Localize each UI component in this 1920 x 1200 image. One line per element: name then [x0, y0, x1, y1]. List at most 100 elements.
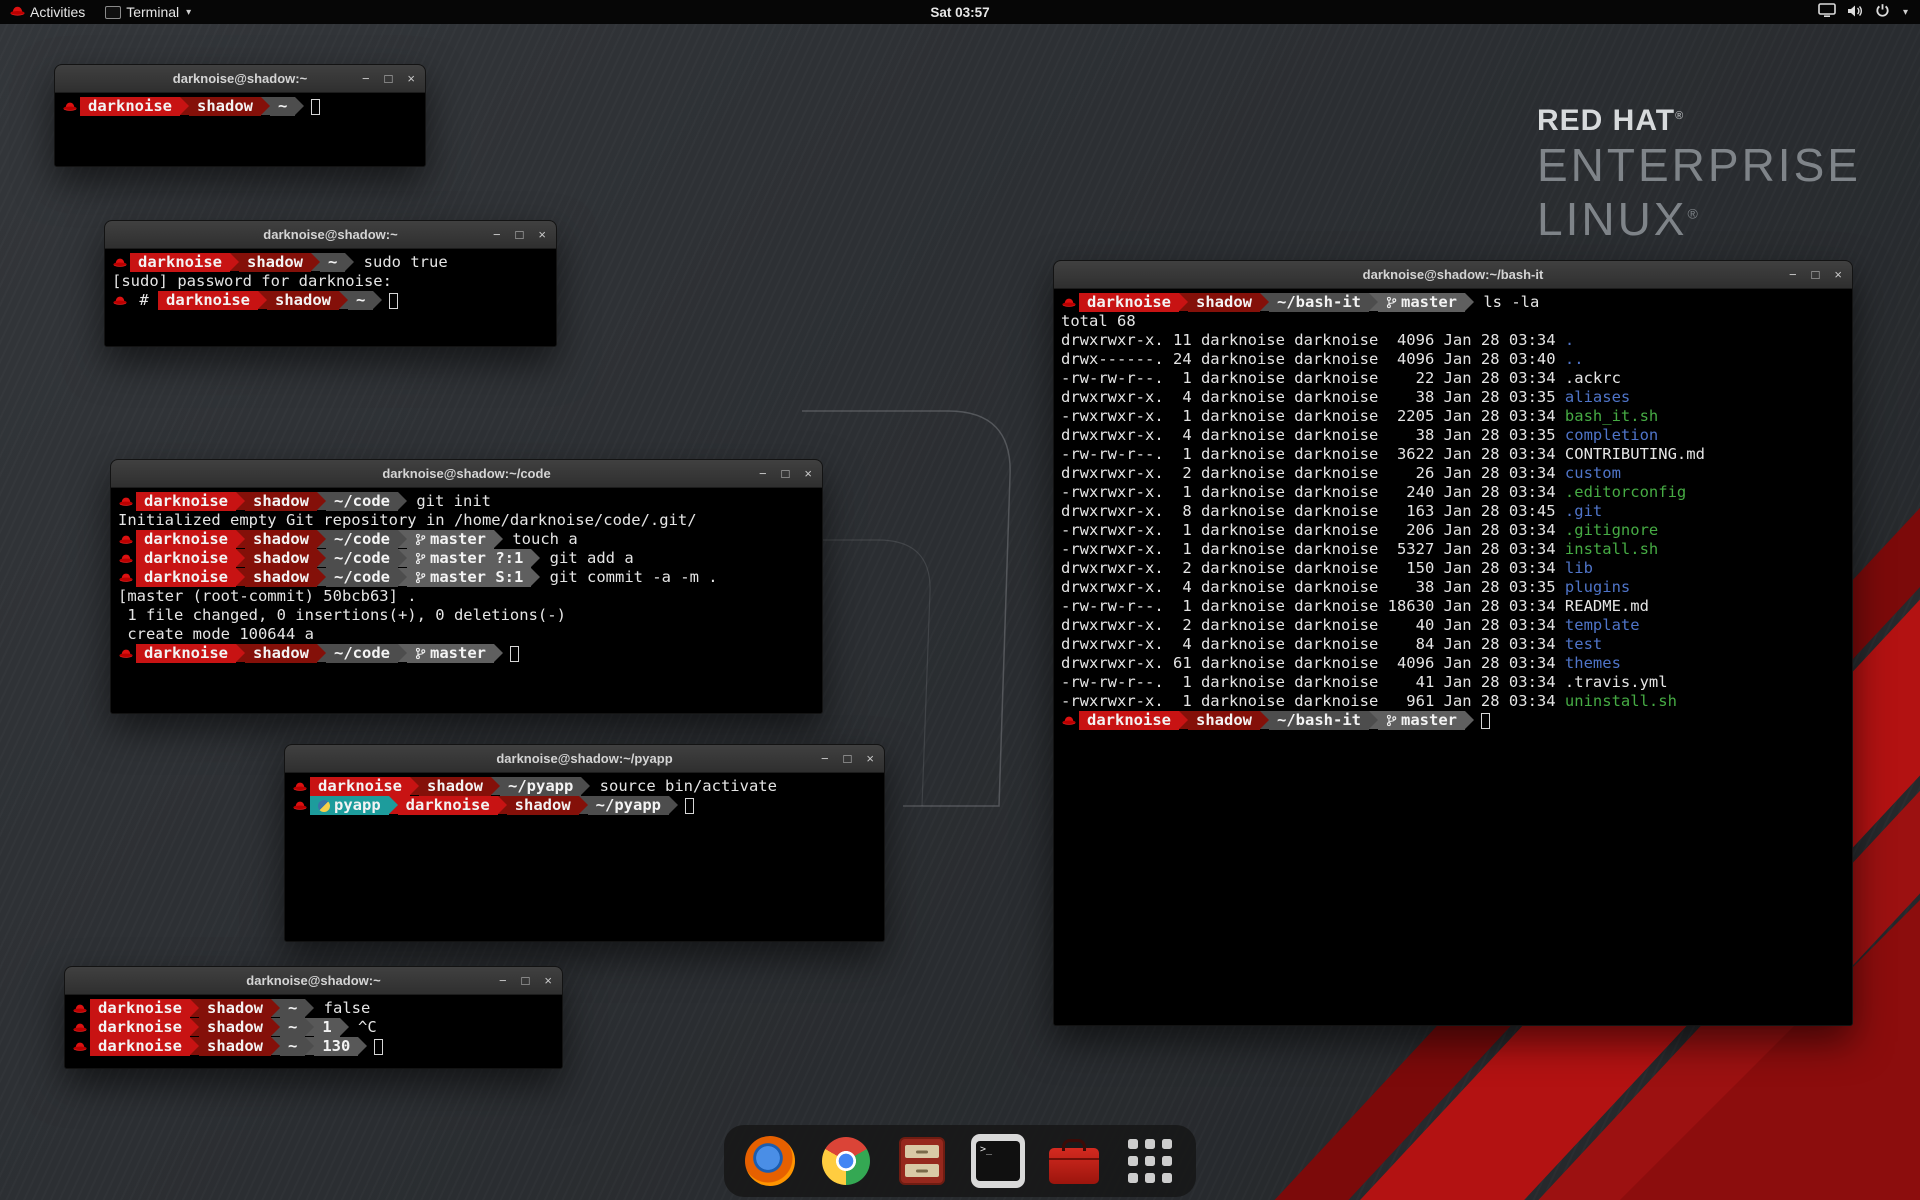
activities-label: Activities	[30, 4, 85, 20]
redhat-logo-icon	[10, 4, 25, 20]
terminal-text: drwx------. 24 darknoise darknoise 4096 …	[1061, 350, 1565, 369]
terminal-text: -rwxrwxr-x. 1 darknoise darknoise 2205 J…	[1061, 407, 1565, 426]
prompt-text: shadow	[515, 796, 571, 815]
prompt-segment-user: darknoise	[136, 568, 236, 587]
close-button[interactable]: ×	[538, 228, 546, 241]
titlebar[interactable]: darknoise@shadow:~/pyapp−□×	[285, 745, 884, 773]
prompt-segment-host: shadow	[199, 1037, 271, 1056]
terminal-window-5: darknoise@shadow:~/bash-it−□×darknoisesh…	[1053, 260, 1853, 1026]
terminal-mini-icon	[105, 6, 121, 19]
minimize-button[interactable]: −	[362, 72, 370, 85]
maximize-button[interactable]: □	[522, 974, 530, 987]
maximize-button[interactable]: □	[782, 467, 790, 480]
prompt-text: ~/code	[334, 568, 390, 587]
prompt-text: ~/bash-it	[1277, 293, 1361, 312]
window-controls: − □ ×	[362, 65, 415, 92]
branch-icon	[1386, 714, 1397, 727]
titlebar[interactable]: darknoise@shadow:~−□×	[55, 65, 425, 93]
close-button[interactable]: ×	[1834, 268, 1842, 281]
terminal-line: drwxrwxr-x. 61 darknoise darknoise 4096 …	[1061, 654, 1848, 673]
close-button[interactable]: ×	[544, 974, 552, 987]
powerline-separator	[1465, 711, 1474, 729]
powerline-separator	[236, 644, 245, 662]
redhat-icon	[119, 530, 133, 549]
minimize-button[interactable]: −	[1789, 268, 1797, 281]
dock-item-toolbox[interactable]	[1046, 1133, 1102, 1189]
prompt-segment-path: ~/bash-it	[1269, 293, 1369, 312]
close-button[interactable]: ×	[407, 72, 415, 85]
dock-item-files[interactable]	[894, 1133, 950, 1189]
dock-item-terminal[interactable]: >_	[970, 1133, 1026, 1189]
terminal-text: themes	[1565, 654, 1621, 673]
prompt-segment-host: shadow	[199, 999, 271, 1018]
system-status-area[interactable]: ▾	[1812, 0, 1914, 24]
maximize-button[interactable]: □	[516, 228, 524, 241]
prompt-text: darknoise	[1087, 293, 1171, 312]
terminal-text: custom	[1565, 464, 1621, 483]
terminal-text: -rw-rw-r--. 1 darknoise darknoise 3622 J…	[1061, 445, 1565, 464]
app-menu-terminal[interactable]: Terminal ▾	[95, 0, 201, 24]
prompt-segment-user: darknoise	[1079, 293, 1179, 312]
close-button[interactable]: ×	[866, 752, 874, 765]
terminal-text: #	[130, 291, 158, 310]
prompt-text: darknoise	[144, 530, 228, 549]
dock-item-firefox[interactable]	[742, 1133, 798, 1189]
terminal-text: sudo true	[354, 253, 447, 272]
terminal-content[interactable]: darknoiseshadow~/pyapp source bin/activa…	[285, 773, 884, 941]
powerline-separator	[1369, 293, 1378, 311]
titlebar[interactable]: darknoise@shadow:~/code−□×	[111, 460, 822, 488]
minimize-button[interactable]: −	[499, 974, 507, 987]
powerline-separator	[271, 1037, 280, 1055]
powerline-separator	[271, 999, 280, 1017]
minimize-button[interactable]: −	[493, 228, 501, 241]
maximize-button[interactable]: □	[1812, 268, 1820, 281]
terminal-content[interactable]: darknoiseshadow~	[55, 93, 425, 166]
terminal-line: [master (root-commit) 50bcb63] .	[118, 587, 818, 606]
prompt-segment-git: master	[407, 530, 494, 549]
terminal-content[interactable]: darknoiseshadow~ sudo true[sudo] passwor…	[105, 249, 556, 346]
prompt-text: ~	[278, 97, 287, 116]
prompt-text: master	[1401, 293, 1457, 312]
prompt-segment-user: darknoise	[398, 796, 498, 815]
cursor	[389, 293, 398, 309]
terminal-text: -rwxrwxr-x. 1 darknoise darknoise 240 Ja…	[1061, 483, 1565, 502]
titlebar[interactable]: darknoise@shadow:~/bash-it−□×	[1054, 261, 1852, 289]
prompt-text: 1	[322, 1018, 331, 1037]
dock-item-app-grid[interactable]	[1122, 1133, 1178, 1189]
powerline-separator	[579, 796, 588, 814]
prompt-text: darknoise	[98, 1037, 182, 1056]
activities-button[interactable]: Activities	[0, 0, 95, 24]
minimize-button[interactable]: −	[759, 467, 767, 480]
brand-reg-mark-2: ®	[1687, 206, 1700, 222]
terminal-text: lib	[1565, 559, 1593, 578]
display-icon	[1818, 3, 1836, 21]
maximize-button[interactable]: □	[844, 752, 852, 765]
powerline-separator	[1369, 711, 1378, 729]
dock-item-chrome[interactable]	[818, 1133, 874, 1189]
powerline-separator	[398, 549, 407, 567]
powerline-separator	[345, 253, 354, 271]
window-controls: − □ ×	[759, 460, 812, 487]
terminal-text: git init	[407, 492, 491, 511]
terminal-text: -rwxrwxr-x. 1 darknoise darknoise 961 Ja…	[1061, 692, 1565, 711]
brand-redhat-text: RED HAT	[1537, 104, 1675, 137]
window-controls: − □ ×	[821, 745, 874, 772]
clock[interactable]: Sat 03:57	[930, 5, 989, 20]
terminal-content[interactable]: darknoiseshadow~ falsedarknoiseshadow~1 …	[65, 995, 562, 1068]
powerline-separator	[305, 999, 314, 1017]
prompt-segment-host: shadow	[245, 644, 317, 663]
close-button[interactable]: ×	[804, 467, 812, 480]
terminal-content[interactable]: darknoiseshadow~/bash-itmaster ls -latot…	[1054, 289, 1852, 1025]
prompt-text: pyapp	[334, 796, 381, 815]
titlebar[interactable]: darknoise@shadow:~−□×	[65, 967, 562, 995]
prompt-text: ~	[288, 1037, 297, 1056]
terminal-window-1: darknoise@shadow:~−□×darknoiseshadow~ su…	[104, 220, 557, 347]
titlebar[interactable]: darknoise@shadow:~−□×	[105, 221, 556, 249]
terminal-content[interactable]: darknoiseshadow~/code git initInitialize…	[111, 488, 822, 713]
terminal-text: -rw-rw-r--. 1 darknoise darknoise 41 Jan…	[1061, 673, 1565, 692]
cursor	[311, 99, 320, 115]
minimize-button[interactable]: −	[821, 752, 829, 765]
prompt-segment-user: darknoise	[90, 1018, 190, 1037]
maximize-button[interactable]: □	[385, 72, 393, 85]
terminal-text: test	[1565, 635, 1602, 654]
